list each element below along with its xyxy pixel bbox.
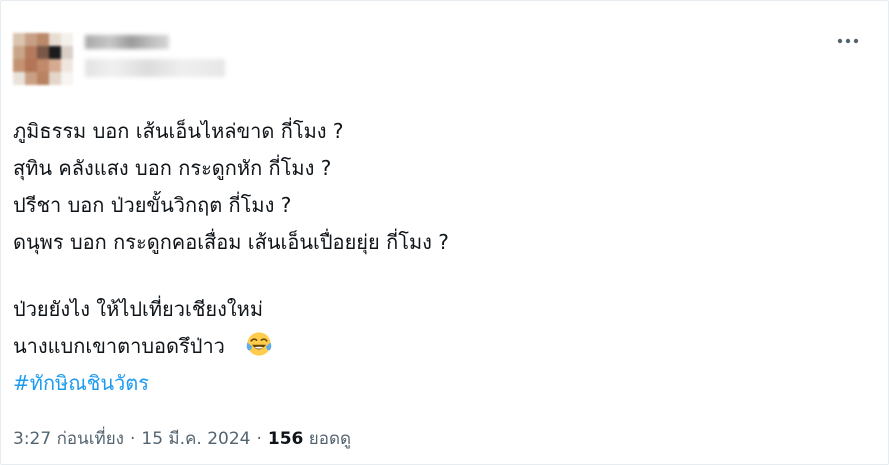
author-handle-blurred[interactable] xyxy=(85,59,225,77)
hashtag-link[interactable]: #ทักษิณชินวัตร xyxy=(13,365,873,402)
tweet-meta: 3:27 ก่อนเที่ยง · 15 มี.ค. 2024 · 156 ยอดดู xyxy=(13,425,351,452)
face-with-tears-of-joy-icon xyxy=(246,332,272,356)
tweet-time[interactable]: 3:27 ก่อนเที่ยง xyxy=(13,429,124,449)
separator-dot: · xyxy=(129,429,136,449)
separator-dot: · xyxy=(256,429,262,449)
more-options-button[interactable] xyxy=(833,29,863,53)
tweet-date[interactable]: 15 มี.ค. 2024 xyxy=(141,429,250,449)
tweet-line-text: นางแบกเขาตาบอดรึป่าว xyxy=(13,334,225,358)
more-horizontal-icon xyxy=(837,38,859,44)
tweet-line: ป่วยยังไง ให้ไปเที่ยวเชียงใหม่ xyxy=(13,297,264,321)
views-label[interactable]: ยอดดู xyxy=(309,429,351,449)
tweet-line: นางแบกเขาตาบอดรึป่าว xyxy=(13,328,873,365)
tweet-line: ปรีชา บอก ป่วยขั้นวิกฤต กี่โมง ? xyxy=(13,193,292,217)
avatar[interactable] xyxy=(13,33,73,85)
tweet-card: ภูมิธรรม บอก เส้นเอ็นไหล่ขาด กี่โมง ? สุ… xyxy=(0,0,889,465)
tweet-text: ภูมิธรรม บอก เส้นเอ็นไหล่ขาด กี่โมง ? สุ… xyxy=(13,113,873,402)
author-name-blurred[interactable] xyxy=(85,35,169,49)
tweet-line: ดนุพร บอก กระดูกคอเสื่อม เส้นเอ็นเปื่อยย… xyxy=(13,230,449,254)
tweet-line: สุทิน คลังแสง บอก กระดูกหัก กี่โมง ? xyxy=(13,156,332,180)
tweet-line: ภูมิธรรม บอก เส้นเอ็นไหล่ขาด กี่โมง ? xyxy=(13,119,344,143)
views-count[interactable]: 156 xyxy=(268,429,304,449)
